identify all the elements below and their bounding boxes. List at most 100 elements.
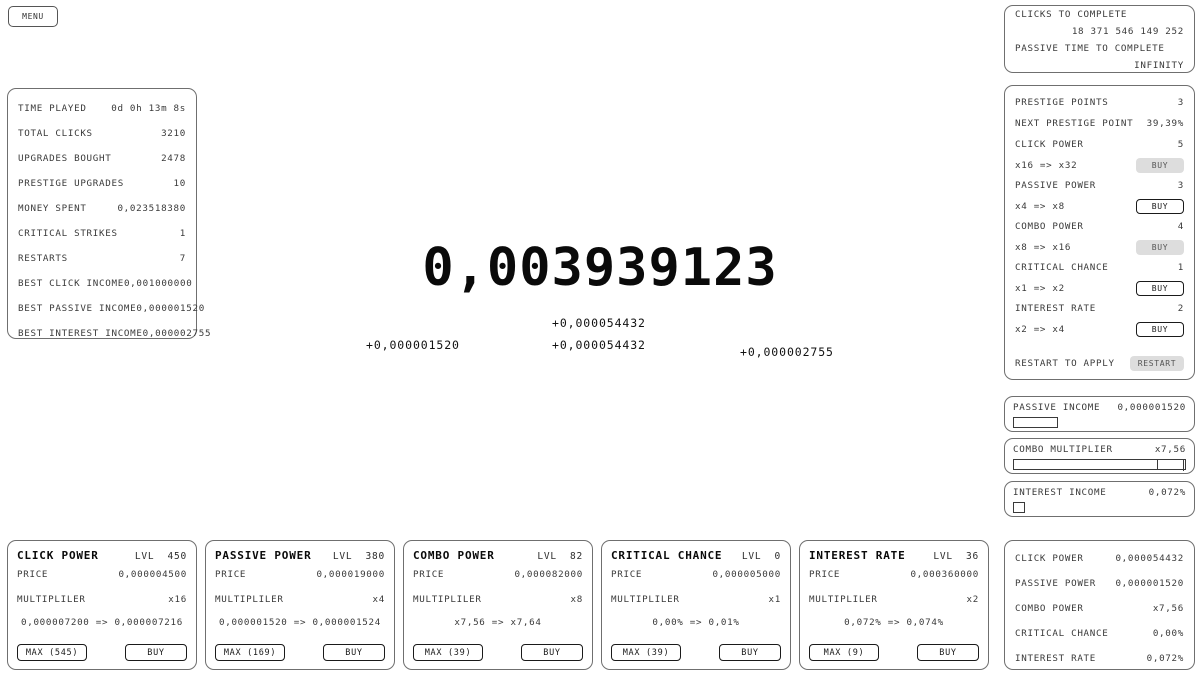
menu-button[interactable]: MENU bbox=[8, 6, 58, 27]
upgrade-card-actions: MAX (169) BUY bbox=[215, 644, 385, 661]
upgrade-card-progress: 0,00% => 0,01% bbox=[652, 617, 740, 628]
statistics-rows: TIME PLAYED 0d 0h 13m 8s TOTAL CLICKS 3210 U… bbox=[8, 89, 210, 352]
stat-row-label: TIME PLAYED bbox=[18, 103, 87, 114]
meter-label: PASSIVE INCOME bbox=[1013, 402, 1101, 413]
upgrade-card-buy-button[interactable]: BUY bbox=[125, 644, 187, 661]
upgrade-card-combo-power[interactable]: COMBO POWER LVL 82 PRICE 0,000082000 MULTIPL… bbox=[403, 540, 593, 670]
meter-header: INTEREST INCOME 0,072% bbox=[1013, 486, 1186, 499]
stat-row-label: BEST INTEREST INCOME bbox=[18, 328, 143, 339]
prestige-upgrade-transition: x4 => x8 bbox=[1015, 200, 1065, 212]
stat-row-value: 0,023518380 bbox=[117, 203, 186, 214]
upgrade-card-price-value: 0,000360000 bbox=[910, 569, 979, 580]
upgrade-card-level-label: LVL bbox=[537, 551, 557, 562]
money-display[interactable]: 0,003939123 bbox=[200, 238, 1000, 298]
upgrade-card-multiplier-label: MULTIPLILER bbox=[809, 594, 878, 605]
upgrade-card-multiplier-value: x4 bbox=[372, 594, 385, 605]
summary-row: CRITICAL CHANCE 0,00% bbox=[1015, 621, 1184, 646]
upgrade-card-buy-button[interactable]: BUY bbox=[917, 644, 979, 661]
clicker-area[interactable]: 0,003939123 +0,000001520 +0,000054432 +0… bbox=[200, 60, 1000, 520]
prestige-points-row: PRESTIGE POINTS 3 bbox=[1015, 92, 1184, 113]
upgrade-card-price-label: PRICE bbox=[611, 569, 643, 580]
prestige-panel: PRESTIGE POINTS 3 NEXT PRESTIGE POINT 39… bbox=[1004, 85, 1195, 380]
meter-value: 0,072% bbox=[1148, 487, 1186, 498]
upgrade-card-max-button[interactable]: MAX (39) bbox=[611, 644, 681, 661]
prestige-buy-button[interactable]: BUY bbox=[1136, 198, 1184, 214]
upgrade-card-max-button[interactable]: MAX (9) bbox=[809, 644, 879, 661]
restart-to-apply-label: RESTART TO APPLY bbox=[1015, 358, 1115, 369]
prestige-upgrade-transition: x1 => x2 bbox=[1015, 282, 1065, 294]
prestige-upgrade-level: 2 bbox=[1177, 303, 1184, 314]
upgrade-card-max-button[interactable]: MAX (545) bbox=[17, 644, 87, 661]
clicks-to-complete-label: CLICKS TO COMPLETE bbox=[1015, 9, 1128, 20]
upgrade-card-max-button[interactable]: MAX (169) bbox=[215, 644, 285, 661]
upgrade-card-multiplier-value: x16 bbox=[168, 594, 187, 605]
upgrade-card-price: PRICE 0,000082000 bbox=[413, 562, 583, 587]
upgrade-card-header: COMBO POWER LVL 82 bbox=[413, 549, 583, 562]
upgrade-card-price: PRICE 0,000019000 bbox=[215, 562, 385, 587]
upgrade-card-multiplier-label: MULTIPLILER bbox=[611, 594, 680, 605]
combo-multiplier-meter-panel: COMBO MULTIPLIER x7,56 bbox=[1004, 438, 1195, 474]
prestige-upgrade-name: COMBO POWER bbox=[1015, 221, 1084, 232]
prestige-upgrade-header: CRITICAL CHANCE 1 bbox=[1015, 257, 1184, 278]
upgrade-card-multiplier: MULTIPLILER x8 bbox=[413, 587, 583, 612]
stat-row-label: BEST CLICK INCOME bbox=[18, 278, 124, 289]
upgrade-card-header: PASSIVE POWER LVL 380 bbox=[215, 549, 385, 562]
upgrade-card-buy-button[interactable]: BUY bbox=[521, 644, 583, 661]
stat-row: UPGRADES BOUGHT 2478 bbox=[18, 146, 186, 171]
stat-row-value: 7 bbox=[179, 253, 186, 264]
upgrade-card-passive-power[interactable]: PASSIVE POWER LVL 380 PRICE 0,000019000 MULT… bbox=[205, 540, 395, 670]
prestige-upgrade-transition: x2 => x4 bbox=[1015, 323, 1065, 335]
stat-row: PRESTIGE UPGRADES 10 bbox=[18, 171, 186, 196]
upgrade-card-multiplier-label: MULTIPLILER bbox=[17, 594, 86, 605]
upgrade-card-level: LVL 36 bbox=[933, 551, 979, 562]
upgrade-card-max-button[interactable]: MAX (39) bbox=[413, 644, 483, 661]
upgrade-card-interest-rate[interactable]: INTEREST RATE LVL 36 PRICE 0,000360000 MULTI… bbox=[799, 540, 989, 670]
prestige-upgrade-transition: x16 => x32 bbox=[1015, 159, 1078, 171]
upgrade-card-critical-chance[interactable]: CRITICAL CHANCE LVL 0 PRICE 0,000005000 MULT… bbox=[601, 540, 791, 670]
prestige-upgrade-header: COMBO POWER 4 bbox=[1015, 216, 1184, 237]
upgrade-card-actions: MAX (9) BUY bbox=[809, 644, 979, 661]
upgrade-card-title: PASSIVE POWER bbox=[215, 549, 312, 562]
upgrade-card-click-power[interactable]: CLICK POWER LVL 450 PRICE 0,000004500 MULTIP… bbox=[7, 540, 197, 670]
game-root: MENU TIME PLAYED 0d 0h 13m 8s TOTAL CLICKS… bbox=[0, 0, 1200, 675]
statistics-panel: TIME PLAYED 0d 0h 13m 8s TOTAL CLICKS 3210 U… bbox=[7, 88, 210, 339]
upgrade-card-multiplier: MULTIPLILER x16 bbox=[17, 587, 187, 612]
summary-row: CLICK POWER 0,000054432 bbox=[1015, 546, 1184, 571]
upgrade-card-price-value: 0,000019000 bbox=[316, 569, 385, 580]
upgrade-card-price: PRICE 0,000360000 bbox=[809, 562, 979, 587]
interest-income-meter-panel: INTEREST INCOME 0,072% bbox=[1004, 481, 1195, 517]
stat-row-value: 0d 0h 13m 8s bbox=[111, 103, 186, 114]
floating-income-text: +0,000001520 bbox=[366, 338, 460, 352]
stat-row-value: 2478 bbox=[161, 153, 186, 164]
prestige-upgrade-level: 1 bbox=[1177, 262, 1184, 273]
prestige-upgrade-buy-row: x4 => x8 BUY bbox=[1015, 196, 1184, 216]
prestige-buy-button[interactable]: BUY bbox=[1136, 157, 1184, 173]
prestige-buy-button[interactable]: BUY bbox=[1136, 321, 1184, 337]
completion-panel: CLICKS TO COMPLETE 18 371 546 149 252 PA… bbox=[1004, 5, 1195, 73]
upgrade-card-buy-button[interactable]: BUY bbox=[719, 644, 781, 661]
stat-row-label: PRESTIGE UPGRADES bbox=[18, 178, 124, 189]
prestige-upgrade-buy-row: x16 => x32 BUY bbox=[1015, 155, 1184, 175]
current-stats-summary-panel: CLICK POWER 0,000054432 PASSIVE POWER 0,000… bbox=[1004, 540, 1195, 670]
upgrade-card-multiplier: MULTIPLILER x4 bbox=[215, 587, 385, 612]
meter-fill bbox=[1013, 502, 1026, 513]
prestige-upgrade-buy-row: x8 => x16 BUY bbox=[1015, 237, 1184, 257]
summary-row: INTEREST RATE 0,072% bbox=[1015, 646, 1184, 671]
upgrade-card-price-label: PRICE bbox=[17, 569, 49, 580]
upgrade-card-price-label: PRICE bbox=[413, 569, 445, 580]
upgrade-card-multiplier-label: MULTIPLILER bbox=[413, 594, 482, 605]
upgrade-card-level: LVL 0 bbox=[742, 551, 781, 562]
meter-header: PASSIVE INCOME 0,000001520 bbox=[1013, 401, 1186, 414]
prestige-buy-button[interactable]: BUY bbox=[1136, 280, 1184, 296]
floating-income-text: +0,000054432 bbox=[552, 316, 646, 330]
summary-row-label: PASSIVE POWER bbox=[1015, 578, 1097, 589]
prestige-buy-button[interactable]: BUY bbox=[1136, 239, 1184, 255]
upgrade-card-level-value: 36 bbox=[965, 551, 979, 562]
upgrade-card-buy-button[interactable]: BUY bbox=[323, 644, 385, 661]
stat-row-label: CRITICAL STRIKES bbox=[18, 228, 118, 239]
upgrade-card-level-label: LVL bbox=[332, 551, 353, 562]
prestige-upgrade-name: CLICK POWER bbox=[1015, 139, 1084, 150]
restart-button[interactable]: RESTART bbox=[1130, 356, 1184, 371]
upgrade-card-title: CRITICAL CHANCE bbox=[611, 549, 723, 562]
prestige-upgrade-header: PASSIVE POWER 3 bbox=[1015, 175, 1184, 196]
